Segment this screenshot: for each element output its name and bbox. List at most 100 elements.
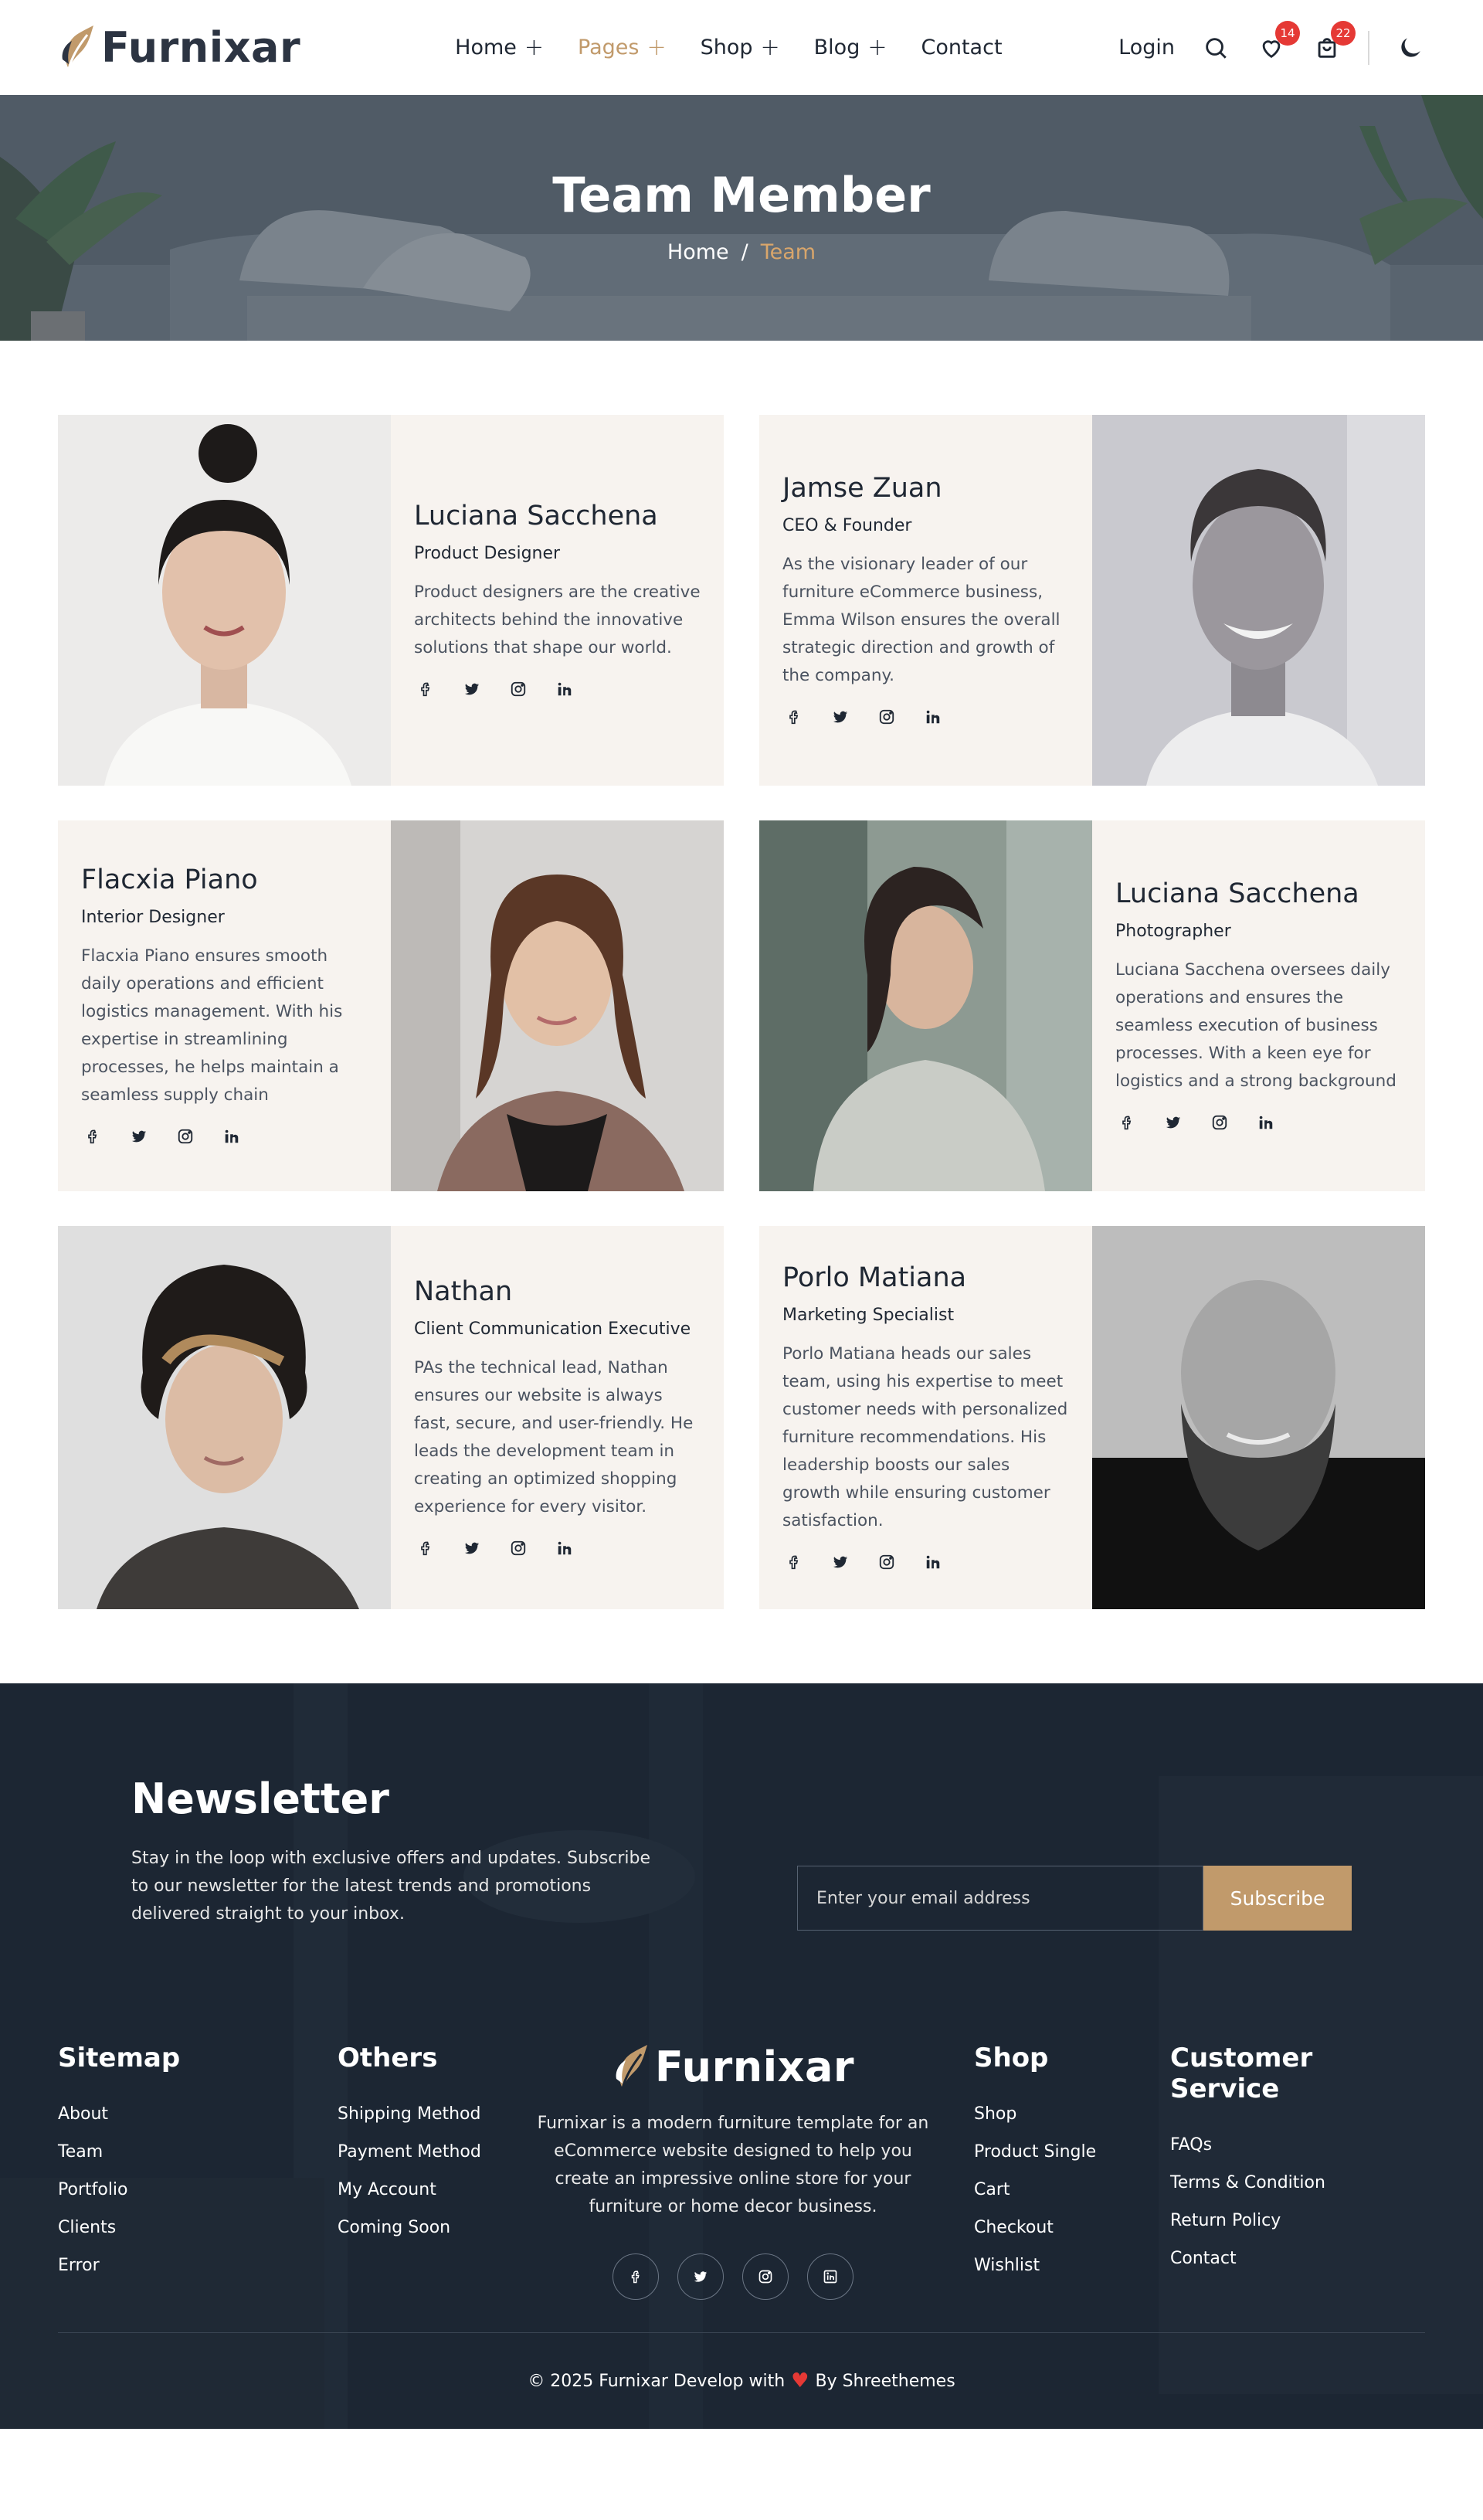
team-card: Nathan Client Communication Executive PA… [58, 1226, 724, 1609]
member-socials [782, 705, 1069, 728]
member-role: Product Designer [414, 543, 561, 563]
footer-link-shipping[interactable]: Shipping Method [338, 2104, 492, 2124]
footer-link-payment[interactable]: Payment Method [338, 2142, 492, 2162]
footer-link-product-single[interactable]: Product Single [974, 2142, 1170, 2162]
instagram-icon[interactable] [507, 678, 530, 701]
footer-logo[interactable]: Furnixar [612, 2043, 854, 2091]
facebook-icon[interactable] [782, 705, 806, 728]
newsletter-copy: Newsletter Stay in the loop with exclusi… [131, 1775, 657, 1928]
site-header: Furnixar Home + Pages + Shop + Blog + Contac… [0, 0, 1483, 95]
instagram-icon[interactable] [875, 1550, 898, 1574]
moon-icon [1401, 37, 1420, 57]
member-bio: PAs the technical lead, Nathan ensures o… [414, 1357, 694, 1516]
linkedin-icon[interactable] [220, 1125, 243, 1148]
footer-link-checkout[interactable]: Checkout [974, 2218, 1170, 2237]
search-icon [1206, 37, 1227, 59]
footer-link-faqs[interactable]: FAQs [1170, 2135, 1410, 2155]
cart-count-badge: 22 [1331, 20, 1356, 46]
instagram-icon[interactable] [875, 705, 898, 728]
footer-link-coming-soon[interactable]: Coming Soon [338, 2218, 492, 2237]
linkedin-icon[interactable] [553, 678, 576, 701]
footer-link-wishlist[interactable]: Wishlist [974, 2256, 1170, 2275]
linkedin-icon[interactable] [807, 2253, 853, 2300]
cart-button[interactable]: 22 [1312, 20, 1356, 63]
member-info: Luciana Sacchena Product Designer Produc… [391, 415, 724, 786]
search-button[interactable] [1201, 33, 1230, 63]
main-nav: Home + Pages + Shop + Blog + Contact [455, 34, 1002, 61]
instagram-icon[interactable] [507, 1537, 530, 1560]
footer-col-title: Shop [974, 2043, 1049, 2073]
footer-link-error[interactable]: Error [58, 2256, 338, 2275]
twitter-icon[interactable] [460, 678, 484, 701]
linkedin-icon[interactable] [921, 1550, 945, 1574]
footer-link-account[interactable]: My Account [338, 2180, 492, 2199]
footer-links: Sitemap About Team Portfolio Clients Err… [0, 1931, 1483, 2332]
instagram-icon[interactable] [174, 1125, 197, 1148]
member-name: Flacxia Piano [81, 864, 258, 895]
member-info: Nathan Client Communication Executive PA… [391, 1226, 724, 1609]
login-link[interactable]: Login [1118, 36, 1175, 59]
nav-home[interactable]: Home + [455, 34, 544, 61]
footer-link-about[interactable]: About [58, 2104, 338, 2124]
footer-col-shop: Shop Shop Product Single Cart Checkout W… [974, 2043, 1170, 2332]
facebook-icon[interactable] [613, 2253, 659, 2300]
subscribe-button[interactable]: Subscribe [1203, 1866, 1352, 1931]
copyright-author[interactable]: By Shreethemes [815, 2372, 955, 2391]
instagram-icon[interactable] [1208, 1111, 1231, 1134]
nav-pages[interactable]: Pages + [578, 34, 667, 61]
facebook-icon[interactable] [414, 1537, 437, 1560]
newsletter-title: Newsletter [131, 1775, 389, 1823]
email-field[interactable] [797, 1866, 1203, 1931]
breadcrumb-home[interactable]: Home [667, 240, 729, 264]
team-card: Luciana Sacchena Product Designer Produc… [58, 415, 724, 786]
member-info: Jamse Zuan CEO & Founder As the visionar… [759, 415, 1092, 786]
footer-link-return-policy[interactable]: Return Policy [1170, 2211, 1410, 2230]
twitter-icon[interactable] [1162, 1111, 1185, 1134]
footer-col-title: Customer Service [1170, 2043, 1313, 2104]
instagram-icon[interactable] [742, 2253, 789, 2300]
footer-col-others: Others Shipping Method Payment Method My… [338, 2043, 492, 2332]
member-role: Interior Designer [81, 907, 225, 927]
footer-brand-name: Furnixar [654, 2043, 855, 2091]
linkedin-icon[interactable] [1254, 1111, 1278, 1134]
twitter-icon[interactable] [460, 1537, 484, 1560]
member-socials [414, 678, 701, 701]
footer-link-terms[interactable]: Terms & Condition [1170, 2173, 1410, 2192]
twitter-icon[interactable] [677, 2253, 724, 2300]
member-socials [414, 1537, 701, 1560]
theme-toggle[interactable] [1396, 33, 1425, 63]
footer-col-sitemap: Sitemap About Team Portfolio Clients Err… [58, 2043, 338, 2332]
nav-shop[interactable]: Shop + [701, 34, 780, 61]
brand-name: Furnixar [101, 23, 301, 72]
plus-icon: + [646, 34, 667, 61]
linkedin-icon[interactable] [921, 705, 945, 728]
footer-col-title: Sitemap [58, 2043, 181, 2073]
member-photo [391, 820, 724, 1191]
footer-link-contact[interactable]: Contact [1170, 2249, 1410, 2268]
team-card: Jamse Zuan CEO & Founder As the visionar… [759, 415, 1425, 786]
footer-link-clients[interactable]: Clients [58, 2218, 338, 2237]
facebook-icon[interactable] [414, 678, 437, 701]
twitter-icon[interactable] [829, 705, 852, 728]
member-socials [782, 1550, 1069, 1574]
linkedin-icon[interactable] [553, 1537, 576, 1560]
logo[interactable]: Furnixar [58, 23, 300, 72]
footer-link-team[interactable]: Team [58, 2142, 338, 2162]
facebook-icon[interactable] [782, 1550, 806, 1574]
footer-link-portfolio[interactable]: Portfolio [58, 2180, 338, 2199]
facebook-icon[interactable] [81, 1125, 104, 1148]
heart-icon: ♥ [791, 2369, 809, 2393]
footer-brand-text: Furnixar is a modern furniture template … [537, 2114, 929, 2216]
wishlist-button[interactable]: 14 [1257, 20, 1300, 63]
footer-link-shop[interactable]: Shop [974, 2104, 1170, 2124]
facebook-icon[interactable] [1115, 1111, 1139, 1134]
nav-blog[interactable]: Blog + [814, 34, 887, 61]
nav-contact[interactable]: Contact [921, 36, 1002, 59]
member-role: Marketing Specialist [782, 1305, 955, 1325]
twitter-icon[interactable] [829, 1550, 852, 1574]
footer-link-cart[interactable]: Cart [974, 2180, 1170, 2199]
member-name: Luciana Sacchena [414, 500, 658, 532]
member-name: Porlo Matiana [782, 1262, 967, 1293]
copyright-text: © 2025 Furnixar Develop with [528, 2371, 786, 2391]
twitter-icon[interactable] [127, 1125, 151, 1148]
